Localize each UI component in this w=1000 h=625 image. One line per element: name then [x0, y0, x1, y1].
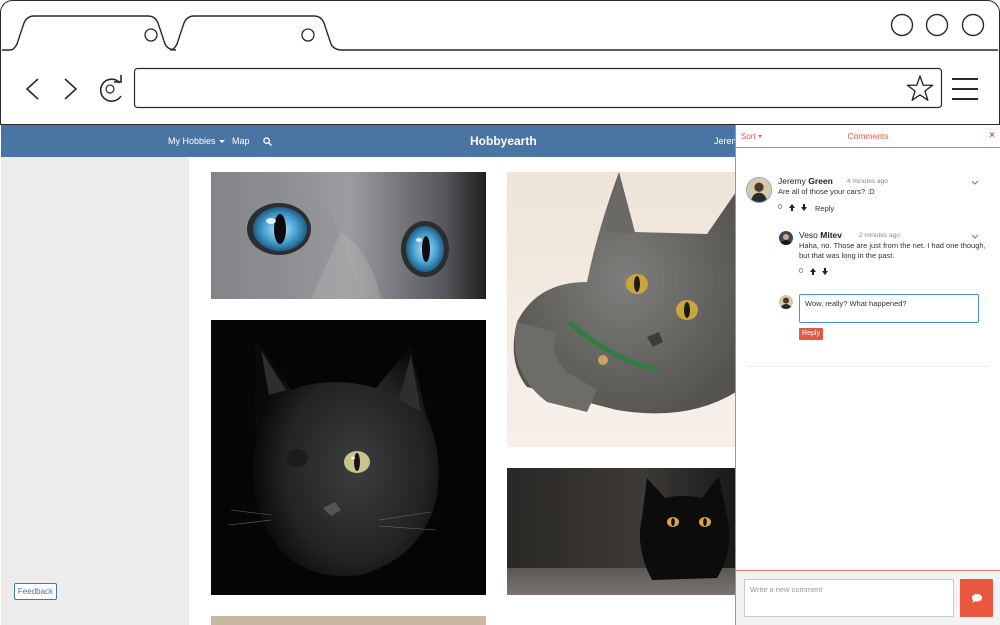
address-bar[interactable]: [134, 68, 942, 108]
photo-gray-cat[interactable]: [507, 172, 736, 447]
bookmark-star-icon[interactable]: [902, 72, 938, 106]
comment-timestamp: 4 minutes ago: [847, 178, 888, 185]
new-comment-composer: [736, 570, 1000, 625]
author-last-name: Mitev: [820, 230, 843, 240]
avatar: [779, 295, 793, 309]
forward-arrow-icon[interactable]: [56, 75, 84, 103]
comments-panel-header: Sort Comments ×: [736, 125, 1000, 148]
comment-text: Are all of those your cars? :D: [778, 187, 875, 196]
author-first-name: Jeremy: [778, 176, 806, 186]
comment-author[interactable]: Veso Mitev: [799, 230, 842, 240]
downvote-arrow-icon[interactable]: [800, 203, 808, 212]
photo-partial[interactable]: [211, 616, 486, 625]
comment-timestamp: 2 minutes ago: [859, 232, 900, 239]
close-icon[interactable]: ×: [986, 130, 998, 142]
nav-my-hobbies-label: My Hobbies: [168, 136, 216, 146]
window-button-2[interactable]: [925, 14, 949, 38]
browser-window: My Hobbies Map Hobbyearth Jerem Feedback: [0, 0, 1000, 625]
upvote-arrow-icon[interactable]: [809, 267, 817, 276]
avatar[interactable]: [779, 231, 793, 245]
downvote-arrow-icon[interactable]: [821, 267, 829, 276]
avatar[interactable]: [746, 177, 772, 203]
nav-map[interactable]: Map: [232, 125, 250, 157]
browser-tab-1[interactable]: [10, 15, 170, 51]
brand-logo[interactable]: Hobbyearth: [470, 125, 537, 157]
reload-icon[interactable]: [92, 73, 126, 105]
chevron-down-icon[interactable]: [970, 233, 980, 241]
vote-score: 0: [799, 268, 803, 275]
vote-score: 0: [778, 204, 782, 211]
photo-black-cat[interactable]: [211, 320, 486, 595]
feedback-button[interactable]: Feedback: [14, 583, 57, 600]
new-comment-input[interactable]: [744, 579, 954, 617]
comment-text: Haha, no. Those are just from the net. I…: [799, 241, 986, 260]
photo-black-kitten[interactable]: [507, 468, 736, 595]
upvote-arrow-icon[interactable]: [788, 203, 796, 212]
caret-down-icon: [218, 140, 225, 144]
divider: [746, 366, 990, 367]
reply-submit-button[interactable]: Reply: [799, 328, 823, 340]
nav-my-hobbies[interactable]: My Hobbies: [168, 125, 225, 157]
send-comment-button[interactable]: [960, 579, 993, 617]
author-last-name: Green: [808, 176, 833, 186]
search-icon[interactable]: [263, 125, 272, 157]
reply-input[interactable]: Wow, really? What happened?: [799, 294, 979, 323]
comment-author[interactable]: Jeremy Green: [778, 176, 833, 186]
back-arrow-icon[interactable]: [20, 75, 48, 103]
photo-blue-eyed-cat[interactable]: [211, 172, 486, 299]
comments-panel: Sort Comments × Jeremy Green 4 minutes a…: [735, 125, 1000, 625]
window-button-3[interactable]: [961, 14, 985, 38]
author-first-name: Veso: [799, 230, 818, 240]
window-button-1[interactable]: [890, 14, 914, 38]
browser-tab-2[interactable]: [176, 15, 336, 51]
chevron-down-icon[interactable]: [970, 179, 980, 187]
chat-bubble-icon: [971, 593, 982, 603]
hamburger-menu-icon[interactable]: [948, 74, 982, 104]
reply-link[interactable]: Reply: [815, 204, 834, 213]
comments-title: Comments: [847, 131, 889, 141]
left-sidebar: [1, 157, 189, 625]
